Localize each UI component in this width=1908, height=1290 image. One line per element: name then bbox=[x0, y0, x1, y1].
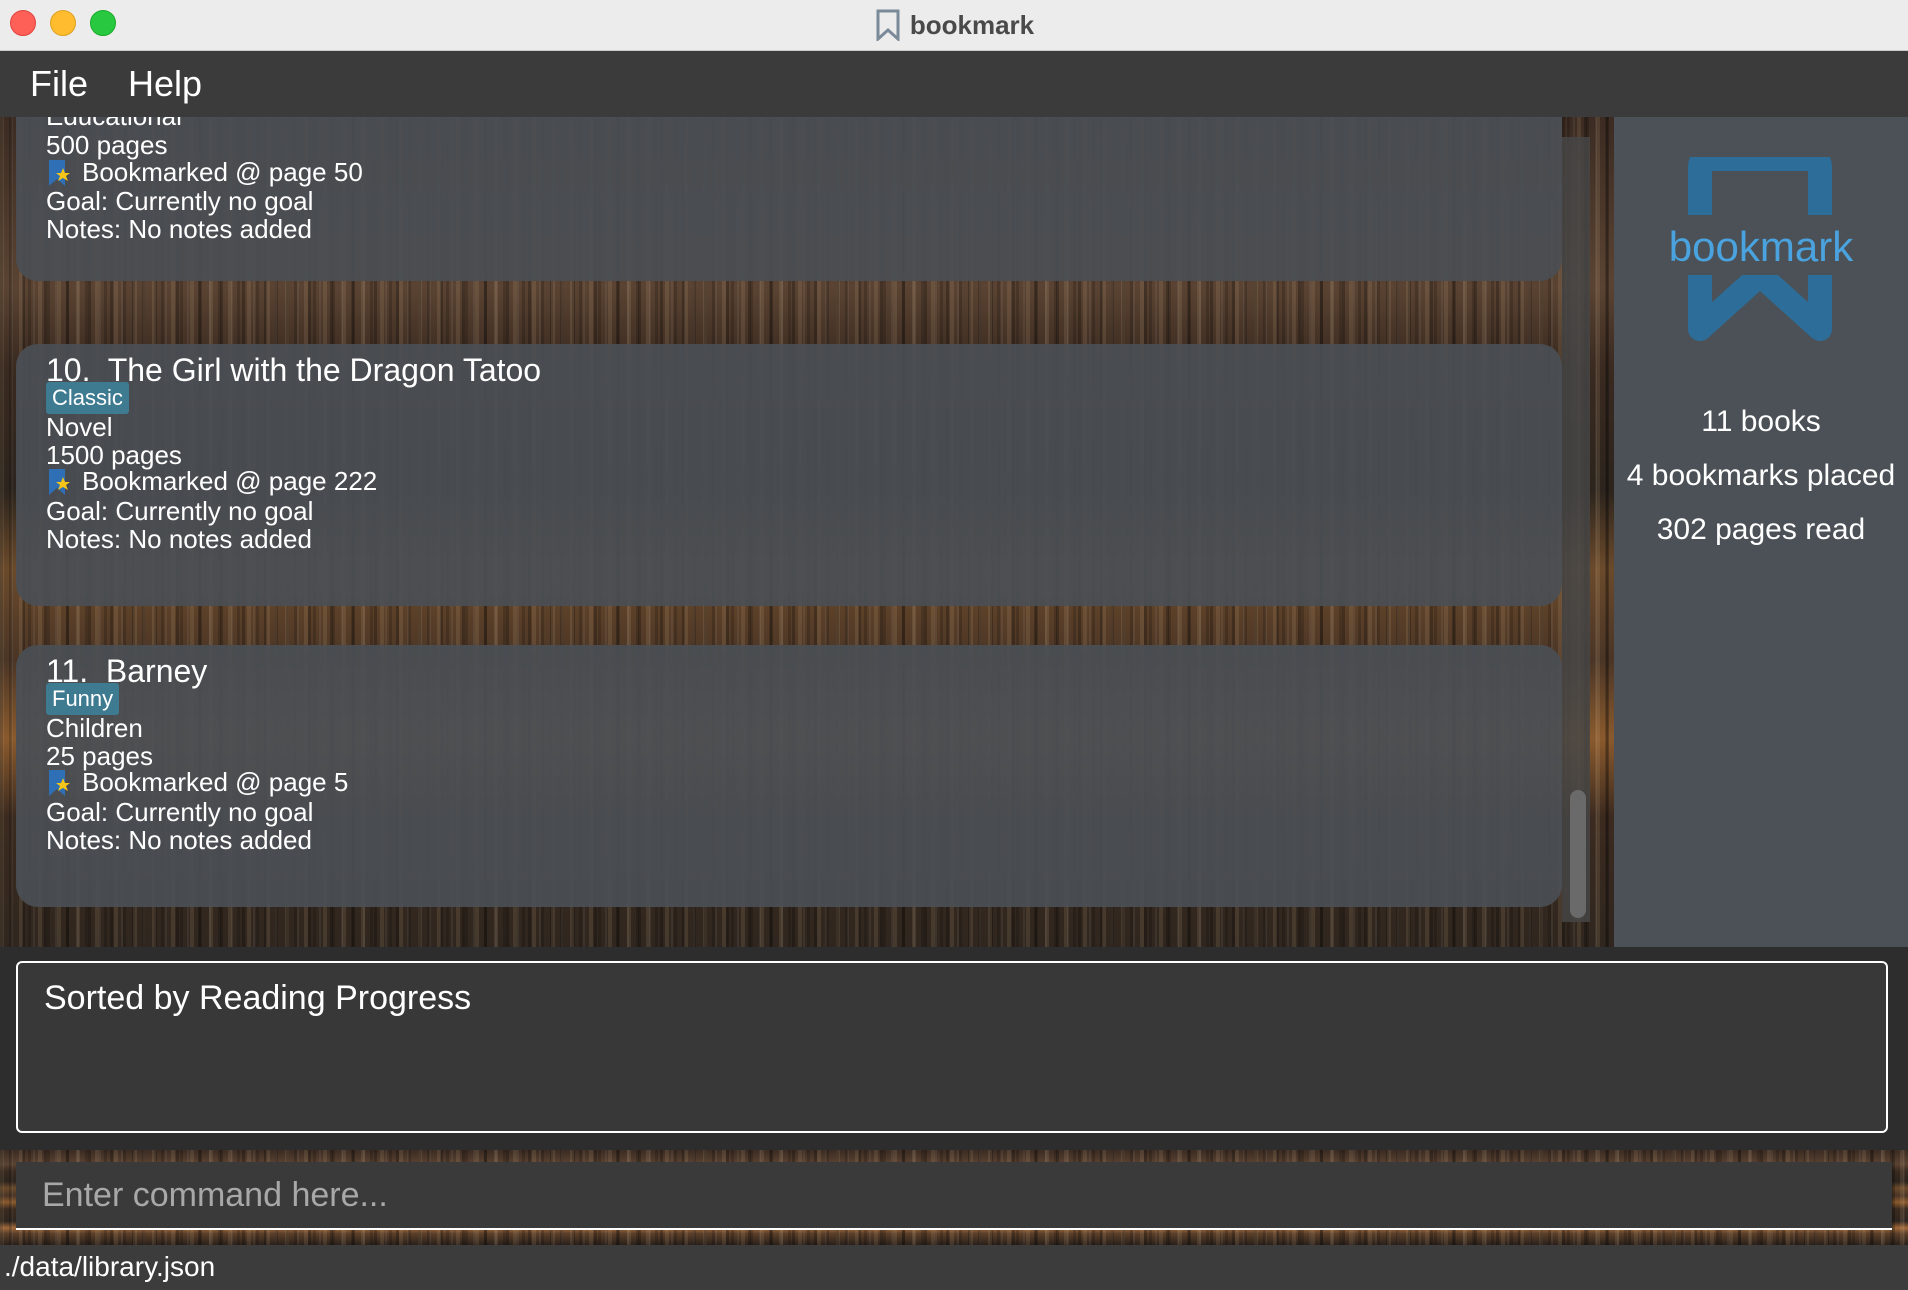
book-bookmark: Bookmarked @ page 222 bbox=[46, 466, 377, 497]
book-notes: Notes: No notes added bbox=[46, 524, 312, 554]
book-bookmark: Bookmarked @ page 5 bbox=[46, 767, 348, 798]
book-genre: Children bbox=[46, 713, 143, 743]
window-title: bookmark bbox=[909, 9, 1035, 40]
bookmark-text: Bookmarked @ page 222 bbox=[82, 466, 378, 496]
bookmark-star-icon bbox=[49, 468, 70, 495]
menu-help[interactable]: Help bbox=[128, 63, 202, 105]
book-bookmark: Bookmarked @ page 50 bbox=[46, 157, 363, 188]
stat-bookmarks: 4 bookmarks placed bbox=[1626, 459, 1896, 492]
result-area: Sorted by Reading Progress bbox=[0, 947, 1908, 1167]
book-title: The Girl with the Dragon Tatoo bbox=[107, 352, 542, 388]
book-tag: Classic bbox=[46, 382, 129, 414]
book-goal: Goal: Currently no goal bbox=[46, 797, 314, 827]
bookmark-outline-icon bbox=[876, 9, 900, 41]
book-goal: Goal: Currently no goal bbox=[46, 496, 314, 526]
bookmark-star-icon bbox=[49, 769, 70, 796]
menu-bar: File Help bbox=[0, 51, 1908, 117]
bookmark-star-icon bbox=[49, 159, 70, 186]
book-goal: Goal: Currently no goal bbox=[46, 186, 314, 216]
result-display[interactable]: Sorted by Reading Progress bbox=[16, 961, 1888, 1133]
logo-text: bookmark bbox=[1669, 223, 1854, 270]
book-notes: Notes: No notes added bbox=[46, 825, 312, 855]
result-text: Sorted by Reading Progress bbox=[44, 979, 472, 1017]
book-title: Barney bbox=[105, 653, 208, 689]
book-tag: Funny bbox=[46, 683, 120, 715]
book-card[interactable]: 10. The Girl with the Dragon Tatoo Class… bbox=[16, 344, 1562, 606]
status-bar: ./data/library.json bbox=[0, 1245, 1908, 1290]
book-genre: Novel bbox=[46, 412, 113, 442]
scrollbar-thumb[interactable] bbox=[1570, 790, 1586, 918]
book-list[interactable]: Educational 500 pages Bookmarked @ page … bbox=[0, 117, 1584, 947]
stat-books: 11 books bbox=[1701, 405, 1821, 438]
title-bar: bookmark bbox=[0, 0, 1908, 51]
stat-pages-read: 302 pages read bbox=[1656, 513, 1866, 546]
book-card[interactable]: Educational 500 pages Bookmarked @ page … bbox=[16, 117, 1562, 281]
command-input[interactable] bbox=[16, 1162, 1892, 1230]
bookmark-text: Bookmarked @ page 5 bbox=[82, 767, 349, 797]
save-location: ./data/library.json bbox=[4, 1251, 216, 1282]
bookmark-text: Bookmarked @ page 50 bbox=[82, 157, 363, 187]
book-card[interactable]: 11. Barney Funny Children 25 pages Bookm… bbox=[16, 645, 1562, 907]
menu-file[interactable]: File bbox=[30, 63, 88, 105]
bookmark-logo: bookmark bbox=[1654, 157, 1868, 341]
stats-panel: bookmark 11 books 4 bookmarks placed 302… bbox=[1614, 117, 1908, 947]
book-notes: Notes: No notes added bbox=[46, 214, 312, 244]
